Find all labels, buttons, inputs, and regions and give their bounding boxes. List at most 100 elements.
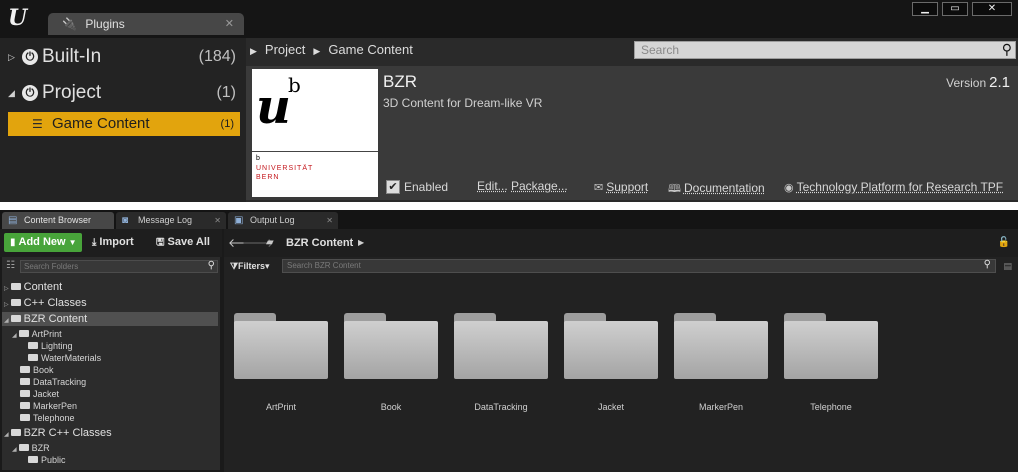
close-tab-icon[interactable]: ✕: [214, 212, 221, 229]
cb-toolbar: ▮ Add New ▼ ⤓ Import 🖫 Save All: [0, 229, 222, 257]
folder-body: [784, 321, 878, 379]
content-browser-window: ▤ Content Browser ◙ Message Log ✕ ▣ Outp…: [0, 210, 1018, 472]
content-browser-icon: ▤: [8, 215, 18, 226]
tree-item-bzr-content[interactable]: ◢ BZR Content: [2, 312, 218, 326]
support-link[interactable]: ✉ Support: [594, 180, 648, 194]
category-label: Built-In: [42, 46, 102, 67]
tab-message-log[interactable]: ◙ Message Log ✕: [116, 212, 226, 229]
tab-plugins[interactable]: 🔌 Plugins ✕: [48, 13, 244, 35]
category-project[interactable]: ◢ ⏻ Project (1): [0, 78, 246, 108]
folder-label: Telephone: [810, 402, 852, 412]
save-search-icon[interactable]: ▤: [1003, 259, 1012, 273]
category-built-in[interactable]: ▷ ⏻ Built-In (184): [0, 42, 246, 72]
breadcrumb-game-content[interactable]: Game Content: [328, 38, 413, 62]
plugin-card[interactable]: u b b UNIVERSITÄT BERN BZR 3D Content fo…: [246, 66, 1018, 200]
folder-body: [234, 321, 328, 379]
breadcrumb-project[interactable]: Project: [265, 38, 305, 62]
tree-item-book[interactable]: Book: [20, 364, 54, 376]
collapsed-arrow-icon[interactable]: ▷: [4, 286, 9, 292]
version-number: 2.1: [989, 74, 1010, 91]
filters-button[interactable]: ⧩Filters▾: [230, 259, 270, 273]
folder-tree-panel: ☷ Search Folders ⚲ ▷ Content ▷ C++ Classes…: [2, 257, 220, 470]
expanded-arrow-icon[interactable]: ◢: [8, 78, 15, 108]
chevron-right-icon[interactable]: ▶: [358, 229, 364, 257]
expanded-arrow-icon[interactable]: ◢: [4, 432, 9, 438]
tree-item-datatracking[interactable]: DataTracking: [20, 376, 86, 388]
collapsed-arrow-icon[interactable]: ▷: [4, 302, 9, 308]
close-tab-icon[interactable]: ✕: [326, 212, 333, 229]
save-all-label: Save All: [167, 236, 210, 248]
tab-output-log[interactable]: ▣ Output Log ✕: [228, 212, 338, 229]
search-icon[interactable]: ⚲: [998, 41, 1016, 59]
open-folder-icon: [18, 444, 29, 452]
folder-tile[interactable]: Book: [342, 309, 440, 429]
collapsed-arrow-icon[interactable]: ▷: [8, 42, 15, 72]
category-game-content[interactable]: ☰ Game Content (1): [8, 112, 240, 136]
folder-icon: [784, 313, 878, 379]
package-link[interactable]: Package...: [511, 179, 568, 193]
search-icon[interactable]: ⚲: [984, 259, 991, 271]
documentation-link[interactable]: 🕮 Documentation: [668, 180, 765, 199]
folder-label: MarkerPen: [698, 402, 743, 412]
minimize-button[interactable]: ▁: [912, 2, 938, 16]
tpf-link[interactable]: ◉ Technology Platform for Research TPF: [784, 180, 1003, 194]
breadcrumb: ▶ Project ▶ Game Content: [246, 38, 626, 62]
expanded-arrow-icon[interactable]: ◢: [4, 318, 9, 324]
folder-tile[interactable]: Jacket: [562, 309, 660, 429]
path-segment[interactable]: BZR Content: [286, 229, 353, 257]
folder-tile[interactable]: ArtPrint: [232, 309, 330, 429]
plugin-logo: u b b UNIVERSITÄT BERN: [252, 69, 378, 197]
tree-item-watermaterials[interactable]: WaterMaterials: [28, 352, 101, 364]
close-tab-icon[interactable]: ✕: [225, 13, 234, 35]
folder-icon: [28, 456, 38, 464]
tree-item-lighting[interactable]: Lighting: [28, 340, 73, 352]
filter-bar: ⧩Filters▾ Search BZR Content ⚲ ▤: [228, 259, 1014, 275]
add-new-button[interactable]: ▮ Add New ▼: [4, 233, 82, 252]
cb-tab-bar: ▤ Content Browser ◙ Message Log ✕ ▣ Outp…: [0, 210, 1018, 229]
plugin-categories: ▷ ⏻ Built-In (184) ◢ ⏻ Project (1) ☰ Gam…: [0, 38, 246, 202]
edit-link[interactable]: Edit...: [477, 179, 508, 193]
tree-item-label: WaterMaterials: [41, 353, 102, 363]
search-icon[interactable]: ⚲: [208, 260, 215, 271]
maximize-button[interactable]: ▭: [942, 2, 968, 16]
open-folder-icon: ▰: [266, 237, 274, 248]
folder-search-input[interactable]: Search Folders ⚲: [20, 260, 218, 273]
save-all-button[interactable]: 🖫 Save All: [156, 233, 210, 252]
close-window-button[interactable]: ✕: [972, 2, 1012, 16]
lock-icon[interactable]: 🔓: [998, 229, 1010, 257]
import-icon: ⤓: [92, 237, 97, 248]
tree-view-icon[interactable]: ☷: [6, 260, 15, 271]
tree-item-public[interactable]: Public: [28, 454, 66, 466]
tree-item-label: Jacket: [33, 389, 60, 399]
import-button[interactable]: ⤓ Import: [92, 233, 134, 252]
globe-icon: ◉: [784, 182, 794, 194]
tree-item-label: C++ Classes: [23, 297, 87, 309]
folder-tile[interactable]: MarkerPen: [672, 309, 770, 429]
list-icon: ☰: [32, 117, 43, 131]
logo-small-b: b: [256, 155, 260, 162]
folder-tile[interactable]: DataTracking: [452, 309, 550, 429]
tree-item-artprint[interactable]: ◢ ArtPrint: [12, 328, 62, 340]
tree-item-bzr[interactable]: ◢ BZR: [12, 442, 50, 454]
logo-letter-b: b: [288, 73, 301, 97]
book-icon: 🕮: [668, 183, 681, 195]
tree-item-telephone[interactable]: Telephone: [20, 412, 75, 424]
asset-panel: 🡐 🡒 ▰ BZR Content ▶ 🔓 ⧩Filters▾ Search B…: [224, 229, 1018, 472]
plugin-search-input[interactable]: Search: [634, 41, 1016, 59]
expanded-arrow-icon[interactable]: ◢: [12, 333, 17, 339]
asset-search-input[interactable]: Search BZR Content ⚲: [282, 259, 996, 273]
tree-item-cpp-classes[interactable]: ▷ C++ Classes: [4, 296, 87, 310]
expanded-arrow-icon[interactable]: ◢: [12, 447, 17, 453]
tree-item-bzr-cpp-classes[interactable]: ◢ BZR C++ Classes: [4, 426, 112, 440]
tree-item-content[interactable]: ▷ Content: [4, 280, 62, 294]
folder-icon: [20, 414, 30, 422]
tree-item-markerpen[interactable]: MarkerPen: [20, 400, 77, 412]
folder-body: [344, 321, 438, 379]
folder-tile[interactable]: Telephone: [782, 309, 880, 429]
tab-content-browser[interactable]: ▤ Content Browser: [2, 212, 114, 229]
open-folder-icon: [10, 314, 21, 322]
category-count: (184): [198, 48, 236, 65]
tree-item-jacket[interactable]: Jacket: [20, 388, 59, 400]
enabled-checkbox[interactable]: ✔: [386, 180, 400, 194]
tree-item-label: Lighting: [41, 341, 73, 351]
